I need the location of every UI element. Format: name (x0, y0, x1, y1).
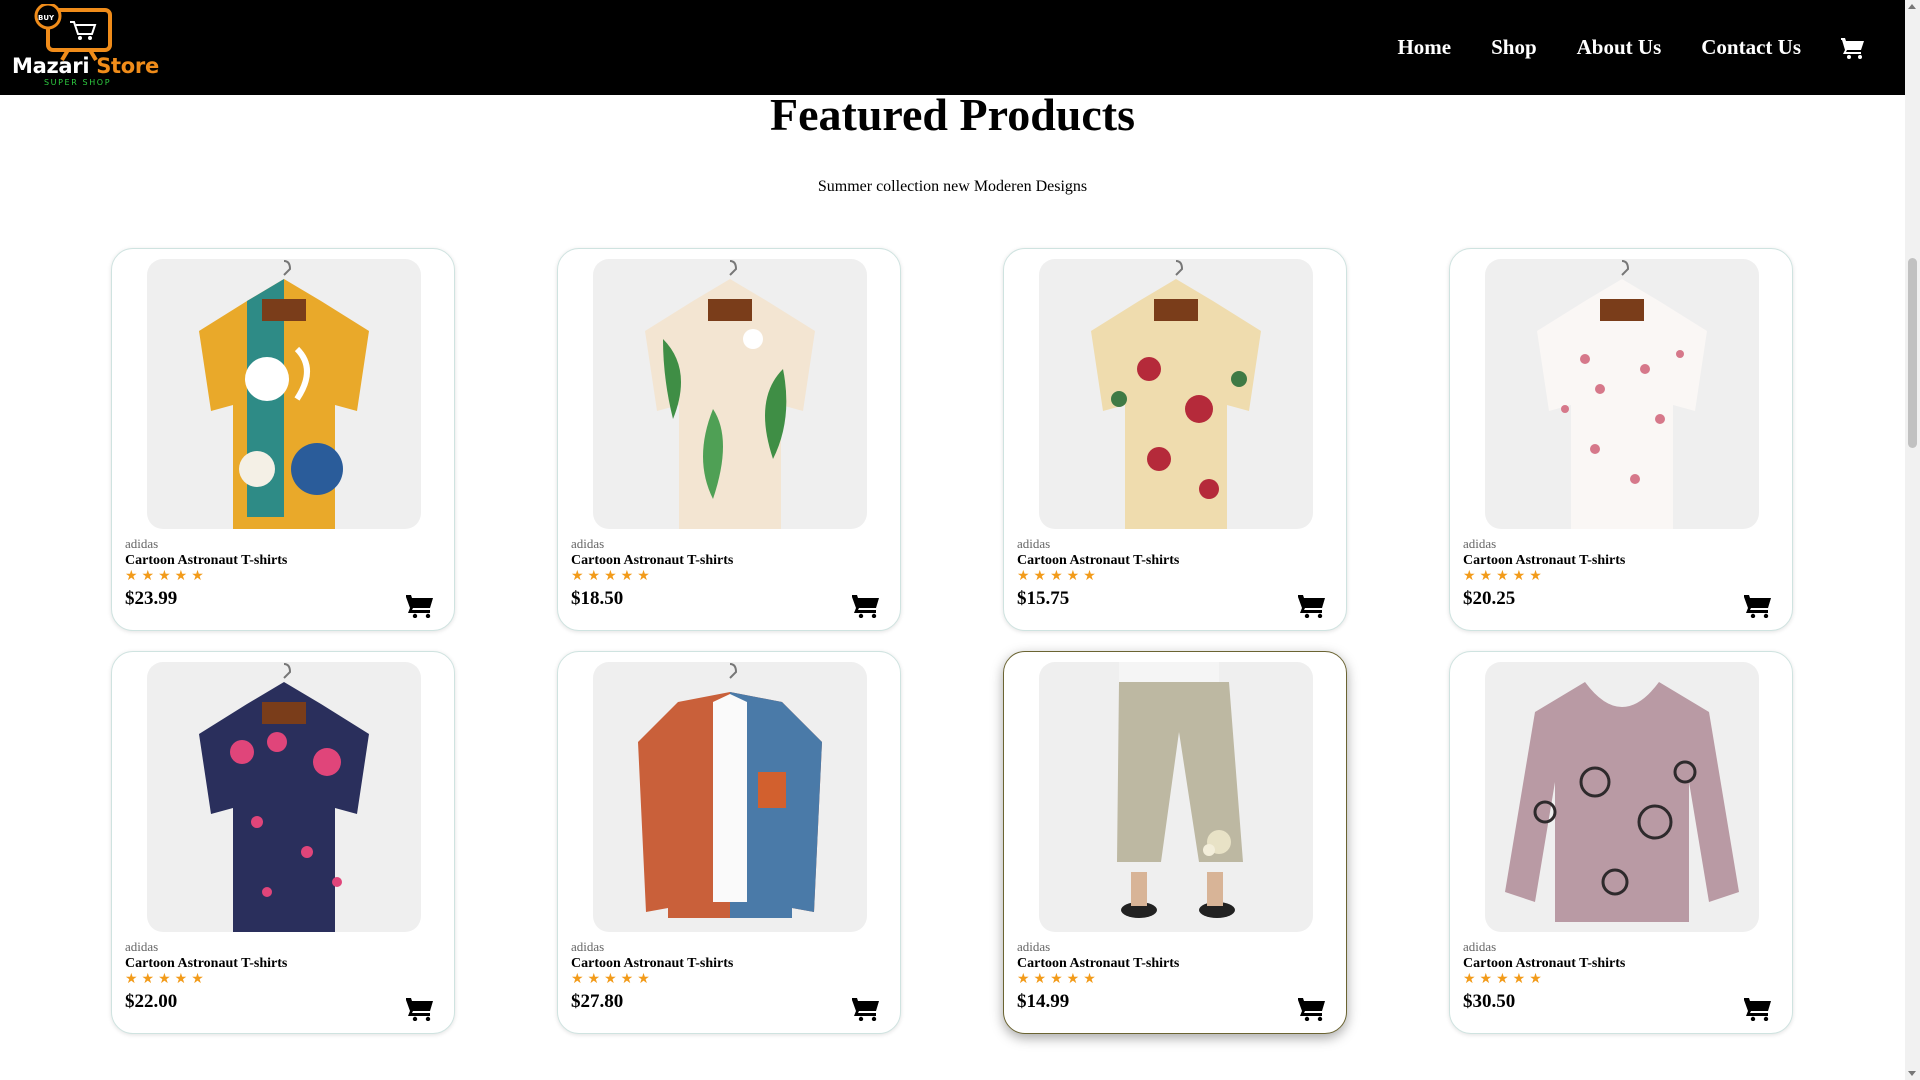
scroll-down-arrow[interactable] (1908, 1071, 1916, 1076)
nav-home[interactable]: Home (1397, 35, 1451, 60)
product-brand: adidas (571, 536, 605, 551)
product-name[interactable]: Cartoon Astronaut T-shirts (1017, 553, 1179, 569)
header-cart-button[interactable] (1841, 37, 1865, 59)
nav-contact-us[interactable]: Contact Us (1701, 35, 1801, 60)
cart-icon (1841, 37, 1864, 59)
product-image-cream-rose-shirt[interactable] (1039, 259, 1313, 529)
product-brand: adidas (1017, 536, 1051, 551)
product-price: $30.50 (1463, 991, 1516, 1012)
product-rating-stars: ★★★★★ (125, 568, 208, 584)
logo-name-part1: Mazari (12, 54, 90, 78)
product-card[interactable]: adidas Cartoon Astronaut T-shirts ★★★★★ … (1003, 248, 1347, 631)
product-brand: adidas (1463, 939, 1497, 954)
product-price: $14.99 (1017, 991, 1070, 1012)
product-card[interactable]: adidas Cartoon Astronaut T-shirts ★★★★★ … (111, 248, 455, 631)
scroll-up-arrow[interactable] (1908, 4, 1916, 9)
product-brand: adidas (125, 536, 159, 551)
nav-shop[interactable]: Shop (1491, 35, 1537, 60)
product-card[interactable]: adidas Cartoon Astronaut T-shirts ★★★★★ … (557, 651, 901, 1034)
product-name[interactable]: Cartoon Astronaut T-shirts (571, 553, 733, 569)
product-price: $27.80 (571, 991, 624, 1012)
add-to-cart-icon[interactable] (1298, 594, 1326, 618)
product-image-white-blossom-shirt[interactable] (1485, 259, 1759, 529)
add-to-cart-icon[interactable] (852, 594, 880, 618)
product-name[interactable]: Cartoon Astronaut T-shirts (571, 956, 733, 972)
add-to-cart-icon[interactable] (1744, 594, 1772, 618)
product-image-navy-floral-shirt[interactable] (147, 662, 421, 932)
main-nav: Home Shop About Us Contact Us (1397, 0, 1890, 95)
product-card[interactable]: adidas Cartoon Astronaut T-shirts ★★★★★ … (111, 651, 455, 1034)
product-image-mauve-print-blouse[interactable] (1485, 662, 1759, 932)
product-card[interactable]: adidas Cartoon Astronaut T-shirts ★★★★★ … (557, 248, 901, 631)
product-name[interactable]: Cartoon Astronaut T-shirts (125, 956, 287, 972)
product-rating-stars: ★★★★★ (571, 568, 654, 584)
product-card[interactable]: adidas Cartoon Astronaut T-shirts ★★★★★ … (1449, 248, 1793, 631)
add-to-cart-icon[interactable] (406, 594, 434, 618)
product-image-tropical-leaf-shirt[interactable] (593, 259, 867, 529)
product-brand: adidas (125, 939, 159, 954)
scrollbar-thumb[interactable] (1908, 258, 1917, 448)
product-image-linen-pants[interactable] (1039, 662, 1313, 932)
product-price: $22.00 (125, 991, 178, 1012)
product-image-corduroy-jacket[interactable] (593, 662, 867, 932)
product-price: $20.25 (1463, 588, 1516, 609)
product-card[interactable]: adidas Cartoon Astronaut T-shirts ★★★★★ … (1003, 651, 1347, 1034)
product-name[interactable]: Cartoon Astronaut T-shirts (125, 553, 287, 569)
product-rating-stars: ★★★★★ (125, 971, 208, 987)
product-rating-stars: ★★★★★ (571, 971, 654, 987)
logo-badge: BUY (38, 14, 55, 22)
add-to-cart-icon[interactable] (852, 997, 880, 1021)
product-rating-stars: ★★★★★ (1017, 568, 1100, 584)
store-logo[interactable]: BUY Mazari Store SUPER SHOP (10, 2, 159, 90)
product-brand: adidas (1017, 939, 1051, 954)
add-to-cart-icon[interactable] (1298, 997, 1326, 1021)
add-to-cart-icon[interactable] (1744, 997, 1772, 1021)
product-rating-stars: ★★★★★ (1463, 568, 1546, 584)
product-rating-stars: ★★★★★ (1463, 971, 1546, 987)
site-header: BUY Mazari Store SUPER SHOP Home Shop Ab… (0, 0, 1905, 95)
product-price: $18.50 (571, 588, 624, 609)
product-brand: adidas (571, 939, 605, 954)
section-title: Featured Products (770, 89, 1135, 140)
logo-name-part2: Store (96, 54, 159, 78)
product-image-colorful-abstract-shirt[interactable] (147, 259, 421, 529)
product-price: $15.75 (1017, 588, 1070, 609)
nav-about-us[interactable]: About Us (1577, 35, 1662, 60)
product-price: $23.99 (125, 588, 178, 609)
section-subtitle: Summer collection new Moderen Designs (817, 178, 1088, 195)
page-scrollbar[interactable] (1905, 0, 1920, 1080)
add-to-cart-icon[interactable] (406, 997, 434, 1021)
product-brand: adidas (1463, 536, 1497, 551)
product-card[interactable]: adidas Cartoon Astronaut T-shirts ★★★★★ … (1449, 651, 1793, 1034)
logo-tagline: SUPER SHOP (44, 78, 112, 87)
product-rating-stars: ★★★★★ (1017, 971, 1100, 987)
logo-name: Mazari Store (12, 54, 159, 78)
product-name[interactable]: Cartoon Astronaut T-shirts (1017, 956, 1179, 972)
product-name[interactable]: Cartoon Astronaut T-shirts (1463, 956, 1625, 972)
product-name[interactable]: Cartoon Astronaut T-shirts (1463, 553, 1625, 569)
